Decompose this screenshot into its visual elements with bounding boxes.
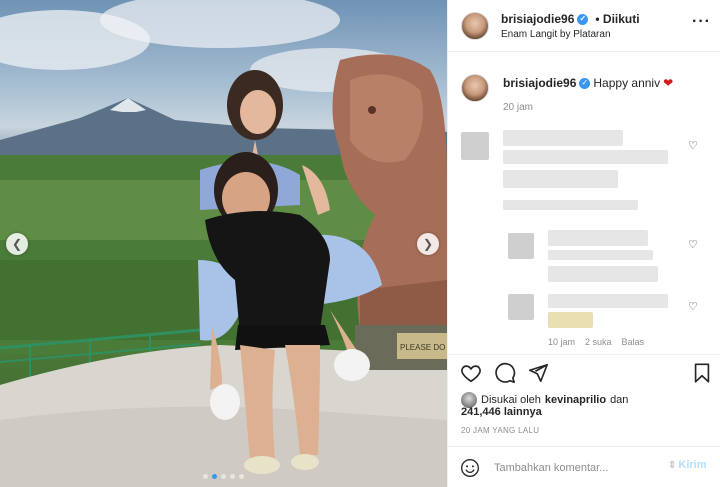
comment-input[interactable] [494,459,659,477]
blurred-comment [548,230,648,246]
comment-box: ⇕ Kirim [448,446,720,487]
avatar[interactable] [461,74,489,102]
emoji-smiley-icon[interactable] [460,458,480,483]
sign-text: PLEASE DO N [400,343,447,352]
liker-username[interactable]: kevinaprilio [545,394,606,406]
likes-count[interactable]: 241,446 lainnya [461,406,542,418]
more-horizontal-icon[interactable]: ··· [692,13,711,31]
blurred-comment [548,250,653,260]
comment-likes[interactable]: 2 suka [585,337,612,347]
chevron-right-icon: ❯ [422,237,434,251]
header-user-line: brisiajodie96 ✓ • Diikuti [501,12,640,26]
carousel-next-button[interactable]: ❯ [417,233,439,255]
heart-emoji-icon: ❤ [663,76,674,90]
blurred-comment [503,200,638,210]
post-username[interactable]: brisiajodie96 [501,12,574,26]
comment-icon[interactable] [494,362,516,389]
avatar[interactable] [461,12,489,40]
follow-state[interactable]: • Diikuti [595,12,639,26]
send-arrows-icon: ⇕ [668,459,677,471]
caption-line: brisiajodie96 ✓ Happy anniv ❤ [503,76,673,90]
post-photo[interactable]: PLEASE DO N ❮ ❯ [0,0,447,487]
caption-username[interactable]: brisiajodie96 [503,76,576,90]
blurred-comment [548,266,658,282]
blurred-avatar [508,233,534,259]
blurred-comment [503,130,623,146]
carousel-dots [203,474,244,479]
chevron-left-icon: ❮ [11,237,23,251]
caption-time: 20 jam [503,102,534,113]
likes-prefix: Disukai oleh [481,394,541,406]
comment-heart-icon[interactable]: ♡ [688,139,698,152]
action-bar [448,354,720,388]
heart-icon[interactable] [460,362,482,389]
carousel-dot [239,474,244,479]
post-header: brisiajodie96 ✓ • Diikuti Enam Langit by… [448,0,720,52]
carousel-dot [230,474,235,479]
comment-meta: 10 jam 2 suka Balas [548,337,644,347]
post-location[interactable]: Enam Langit by Plataran [501,29,611,40]
verified-badge-icon: ✓ [577,13,589,25]
send-icon[interactable] [527,362,549,389]
blurred-comment [548,312,593,328]
carousel-prev-button[interactable]: ❮ [6,233,28,255]
blurred-avatar [508,294,534,320]
post-timestamp: 20 JAM YANG LALU [461,426,540,435]
send-comment-button[interactable]: ⇕ Kirim [668,459,707,471]
blurred-comment [503,150,668,164]
carousel-dot [203,474,208,479]
blurred-comment [503,170,618,188]
comment-heart-icon[interactable]: ♡ [688,300,698,313]
likes-conj: dan [610,394,629,406]
carousel-dot-active [212,474,217,479]
likes-count-line: 241,446 lainnya [461,406,542,418]
blurred-avatar [461,132,489,160]
photo-illustration: PLEASE DO N [0,0,447,487]
post-side-panel: brisiajodie96 ✓ • Diikuti Enam Langit by… [447,0,720,487]
send-label: Kirim [678,459,707,471]
comment-time: 10 jam [548,337,576,347]
caption-text: Happy anniv [593,76,661,90]
bookmark-icon[interactable] [691,362,713,389]
comment-heart-icon[interactable]: ♡ [688,238,698,251]
carousel-dot [221,474,226,479]
blurred-comment [548,294,668,308]
verified-badge-icon: ✓ [579,77,591,89]
comment-reply-button[interactable]: Balas [622,337,645,347]
